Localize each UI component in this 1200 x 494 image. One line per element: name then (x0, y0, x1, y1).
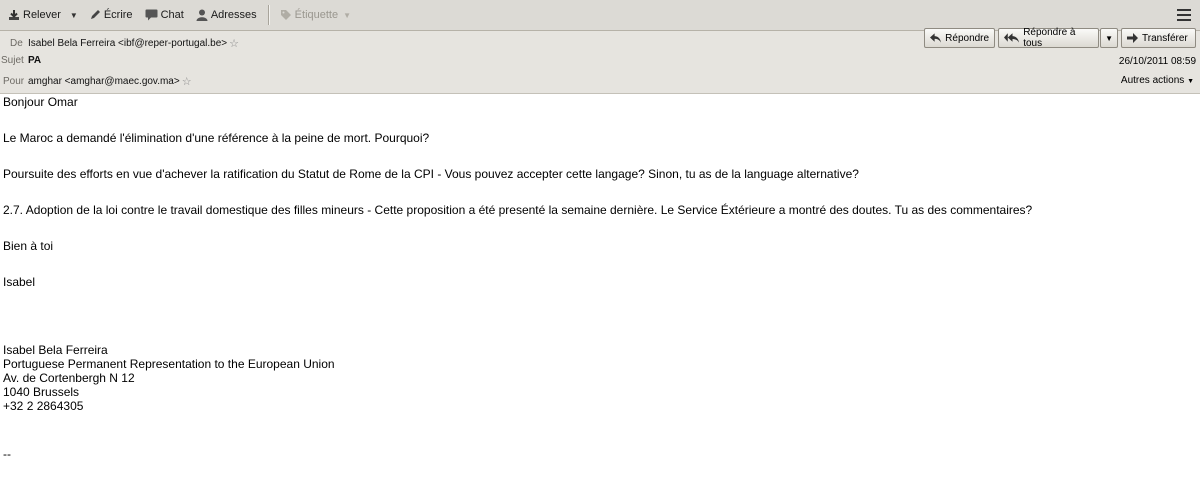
reply-all-button[interactable]: Répondre à tous (998, 27, 1100, 49)
sender-name: Isabel (3, 275, 36, 289)
from-label: De (10, 38, 23, 49)
signature-line: Portuguese Permanent Representation to t… (3, 357, 335, 371)
chat-icon (145, 9, 158, 21)
tag-label: Étiquette (294, 9, 339, 21)
signature-line: Av. de Cortenbergh N 12 (3, 371, 135, 385)
greeting: Bonjour Omar (3, 95, 78, 109)
subject-value: PA (28, 55, 42, 66)
forward-button[interactable]: Transférer (1121, 28, 1196, 48)
to-row: Pour amghar <amghar@maec.gov.ma> ☆ (0, 75, 192, 88)
star-icon[interactable]: ☆ (229, 37, 239, 50)
download-icon (9, 10, 19, 20)
signature-line: +32 2 2864305 (3, 399, 84, 413)
body-paragraph: Poursuite des efforts en vue d'achever l… (3, 167, 859, 181)
from-value[interactable]: Isabel Bela Ferreira <ibf@reper-portugal… (28, 38, 227, 49)
get-mail-button[interactable]: Relever (3, 4, 66, 26)
closing: Bien à toi (3, 239, 54, 253)
subject-label: Sujet (1, 55, 24, 66)
chat-label: Chat (160, 9, 184, 21)
tag-icon (280, 10, 291, 20)
reply-icon (930, 33, 942, 43)
main-toolbar: Relever ▼ Écrire Chat Adresses Étiquette… (0, 0, 1200, 31)
body-paragraph: 2.7. Adoption de la loi contre le travai… (3, 203, 1033, 217)
chat-button[interactable]: Chat (140, 4, 189, 26)
write-label: Écrire (103, 9, 133, 21)
toolbar-separator (267, 5, 270, 25)
more-actions-button[interactable]: Autres actions ▼ (1121, 75, 1194, 86)
forward-label: Transférer (1142, 32, 1188, 44)
more-actions-label: Autres actions (1120, 75, 1185, 86)
reply-buttons: Répondre Répondre à tous ▼ Transférer (921, 27, 1196, 49)
to-value[interactable]: amghar <amghar@maec.gov.ma> (28, 76, 180, 87)
reply-all-icon (1004, 33, 1020, 43)
tag-button[interactable]: Étiquette ▼ (275, 4, 362, 26)
reply-all-dropdown[interactable]: ▼ (1100, 28, 1118, 48)
star-icon[interactable]: ☆ (182, 75, 192, 88)
tag-dropdown-icon: ▼ (343, 10, 352, 20)
subject-row: Sujet PA (0, 55, 41, 66)
reply-all-label: Répondre à tous (1023, 27, 1076, 49)
forward-arrow-icon (1127, 33, 1138, 43)
signature-separator: -- (3, 447, 11, 461)
pencil-icon (90, 10, 100, 19)
signature-line: Isabel Bela Ferreira (3, 343, 108, 357)
message-body: Bonjour Omar Le Maroc a demandé l'élimin… (0, 95, 1200, 461)
to-label: Pour (3, 76, 25, 87)
get-mail-label: Relever (23, 9, 61, 21)
app-menu-icon[interactable] (1177, 9, 1191, 21)
from-row: De Isabel Bela Ferreira <ibf@reper-portu… (0, 37, 239, 50)
signature-line: 1040 Brussels (3, 385, 80, 399)
reply-label: Répondre (945, 32, 990, 44)
reply-button[interactable]: Répondre (924, 28, 996, 48)
chevron-down-icon: ▼ (1187, 78, 1194, 85)
address-book-label: Adresses (210, 9, 257, 21)
address-book-button[interactable]: Adresses (191, 4, 262, 26)
contact-icon (196, 9, 208, 21)
body-paragraph: Le Maroc a demandé l'élimination d'une r… (3, 131, 430, 145)
message-date: 26/10/2011 08:59 (1118, 56, 1196, 67)
get-mail-dropdown[interactable]: ▼ (70, 11, 78, 20)
write-button[interactable]: Écrire (84, 4, 138, 26)
